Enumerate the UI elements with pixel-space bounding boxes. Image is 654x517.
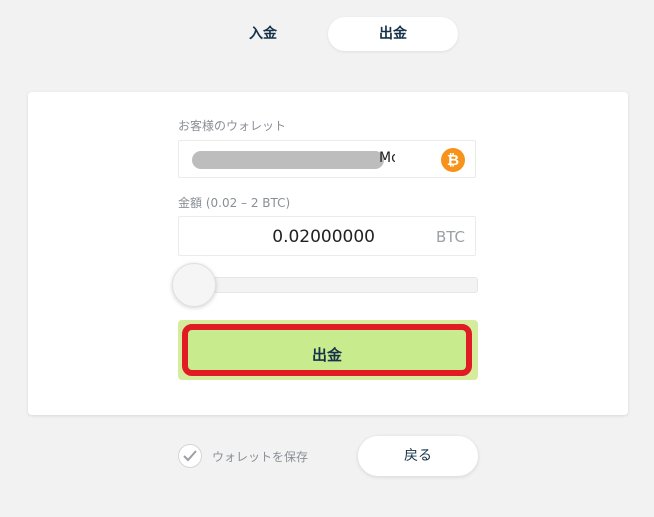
wallet-address-field[interactable]: Mo ₿: [178, 140, 476, 178]
bitcoin-icon: ₿: [441, 148, 465, 172]
amount-slider-track[interactable]: [178, 277, 478, 293]
tab-deposit[interactable]: 入金: [198, 17, 328, 51]
withdraw-submit-label: 出金: [182, 324, 472, 376]
wallet-address-redaction: [192, 151, 384, 169]
checkmark-icon: [183, 450, 197, 462]
withdraw-card: お客様のウォレット Mo ₿ 金額 (0.02 – 2 BTC) 0.02000…: [28, 92, 628, 415]
save-wallet-checkbox[interactable]: [178, 444, 202, 468]
tab-withdraw[interactable]: 出金: [328, 17, 458, 51]
amount-field[interactable]: 0.02000000 BTC: [178, 216, 476, 256]
tab-bar: 入金 出金: [198, 17, 458, 51]
save-wallet-label: ウォレットを保存: [212, 450, 309, 464]
amount-unit: BTC: [435, 228, 465, 246]
amount-label: 金額 (0.02 – 2 BTC): [178, 196, 291, 210]
amount-slider-handle[interactable]: [172, 263, 216, 307]
wallet-label: お客様のウォレット: [178, 119, 287, 133]
withdraw-submit-button[interactable]: 出金: [178, 320, 478, 380]
wallet-address-text: Mo: [379, 150, 395, 166]
back-button[interactable]: 戻る: [358, 436, 478, 476]
amount-value: 0.02000000: [272, 227, 375, 247]
